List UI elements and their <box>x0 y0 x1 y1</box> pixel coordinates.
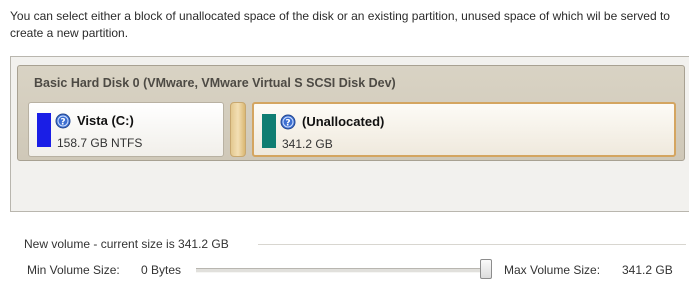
partition-name: Vista (C:) <box>77 113 134 128</box>
partition-size: 158.7 GB NTFS <box>57 136 143 150</box>
new-volume-label: New volume - current size is 341.2 GB <box>24 237 229 251</box>
disk-map-panel: Basic Hard Disk 0 (VMware, VMware Virtua… <box>10 56 689 212</box>
partition-color-swatch <box>262 114 276 148</box>
help-icon: ? <box>280 114 296 130</box>
svg-text:?: ? <box>285 119 290 129</box>
partition-color-swatch <box>37 113 51 147</box>
max-volume-size-value: 341.2 GB <box>622 263 673 277</box>
disk-0-frame[interactable]: Basic Hard Disk 0 (VMware, VMware Virtua… <box>17 65 685 161</box>
instruction-text: You can select either a block of unalloc… <box>10 8 689 42</box>
help-icon: ? <box>55 113 71 129</box>
max-volume-size-label: Max Volume Size: <box>504 263 601 277</box>
volume-size-slider-thumb[interactable] <box>480 259 492 279</box>
instruction-line: You can select either a block of unalloc… <box>10 9 670 40</box>
partition-name: (Unallocated) <box>302 114 385 129</box>
partition-separator <box>230 102 246 157</box>
partition-unallocated[interactable]: ? (Unallocated) 341.2 GB <box>252 102 676 157</box>
group-divider <box>258 244 686 245</box>
partition-vista-c[interactable]: ? Vista (C:) 158.7 GB NTFS <box>28 102 224 157</box>
partition-size: 341.2 GB <box>282 137 333 151</box>
min-volume-size-value: 0 Bytes <box>141 263 182 277</box>
min-volume-size-label: Min Volume Size: <box>27 263 120 277</box>
disk-title: Basic Hard Disk 0 (VMware, VMware Virtua… <box>34 76 396 90</box>
svg-text:?: ? <box>60 118 65 128</box>
volume-size-slider-track[interactable] <box>196 268 492 273</box>
